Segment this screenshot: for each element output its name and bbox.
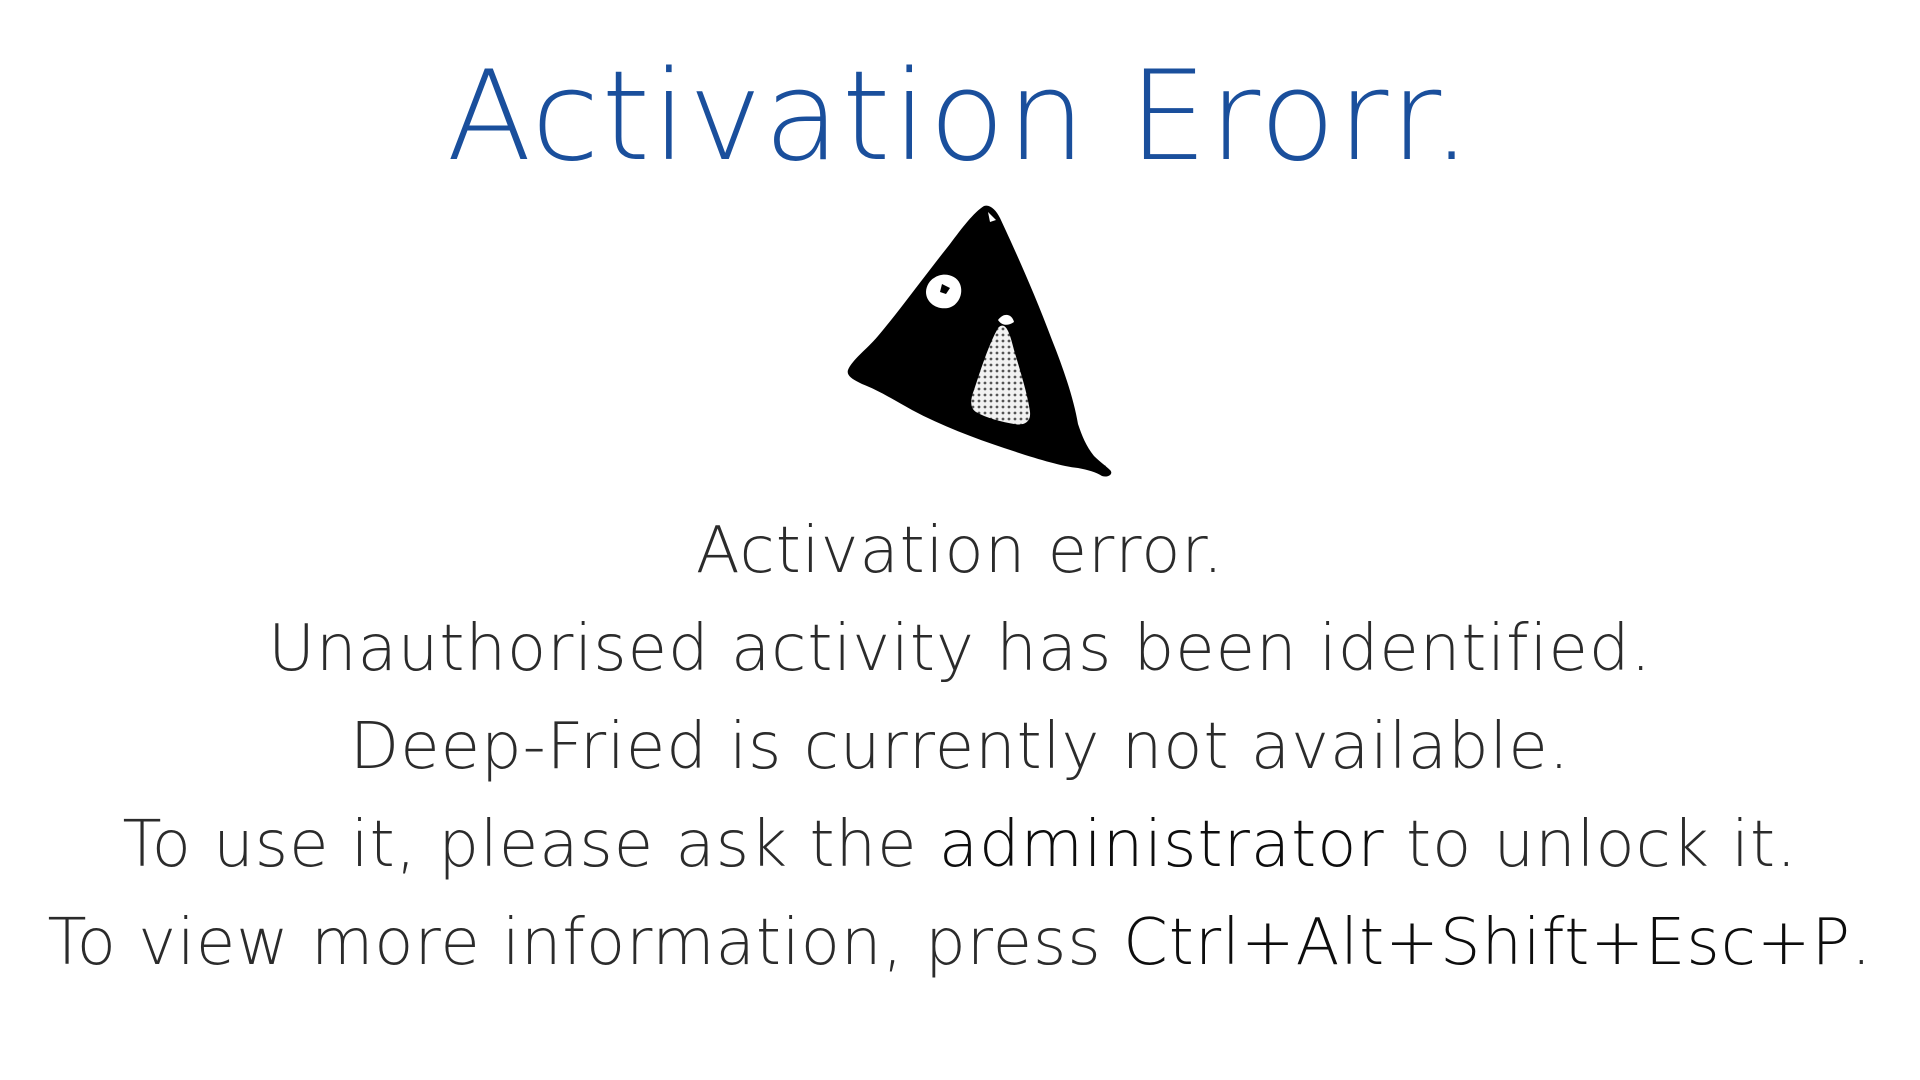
message-line-4-suffix: to unlock it. — [1384, 808, 1798, 882]
message-line-2: Unauthorised activity has been identifie… — [268, 612, 1652, 686]
administrator-text: administrator — [938, 808, 1385, 882]
key-combination-text: Ctrl+Alt+Shift+Esc+P — [1123, 906, 1852, 980]
message-line-5: To view more information, press Ctrl+Alt… — [0, 894, 1920, 992]
activation-error-screen: Activation Erorr. Activation error. Unau — [0, 0, 1920, 1080]
error-message: Activation error. Unauthorised activity … — [0, 502, 1920, 992]
message-line-4-prefix: To use it, please ask the — [122, 808, 939, 882]
message-line-3: Deep-Fried is currently not available. — [349, 710, 1571, 784]
message-line-5-prefix: To view more information, press — [47, 906, 1124, 980]
message-line-5-suffix: . — [1851, 906, 1873, 980]
page-title: Activation Erorr. — [446, 45, 1474, 189]
deep-fried-warning-triangle-icon — [838, 200, 1128, 490]
message-line-4: To use it, please ask the administrator … — [0, 796, 1920, 894]
message-line-1: Activation error. — [695, 514, 1225, 588]
